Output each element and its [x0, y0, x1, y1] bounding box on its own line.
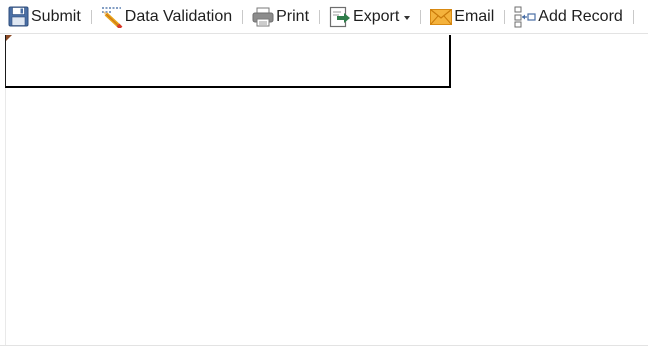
save-icon: [7, 6, 29, 28]
toolbar: Submit Data Validation Print Export Emai…: [0, 0, 648, 34]
envelope-icon: [430, 6, 453, 28]
add-record-button[interactable]: Add Record: [512, 3, 625, 31]
email-label: Email: [454, 7, 495, 25]
email-button[interactable]: Email: [428, 3, 496, 31]
toolbar-separator: [420, 9, 422, 24]
export-button[interactable]: Export: [327, 3, 412, 31]
toolbar-separator: [90, 9, 92, 24]
pencil-icon: [101, 6, 123, 28]
print-label: Print: [276, 7, 310, 25]
toolbar-separator: [632, 9, 634, 24]
toolbar-separator: [504, 9, 506, 24]
cell-marker-icon: [6, 35, 12, 41]
export-icon: [329, 6, 351, 28]
toolbar-separator: [319, 9, 321, 24]
chevron-down-icon[interactable]: [404, 15, 411, 20]
report-viewer: Submit Data Validation Print Export Emai…: [0, 0, 648, 346]
data-validation-label: Data Validation: [124, 7, 233, 25]
export-label: Export: [353, 7, 400, 25]
add-record-icon: [514, 6, 536, 28]
submit-button[interactable]: Submit: [5, 3, 83, 31]
toolbar-separator: [242, 9, 244, 24]
print-button[interactable]: Print: [250, 3, 311, 31]
data-validation-button[interactable]: Data Validation: [99, 3, 234, 31]
report-cell[interactable]: [5, 35, 451, 88]
submit-label: Submit: [31, 7, 81, 25]
add-record-label: Add Record: [538, 7, 623, 25]
report-canvas: [0, 35, 648, 346]
printer-icon: [252, 6, 274, 28]
